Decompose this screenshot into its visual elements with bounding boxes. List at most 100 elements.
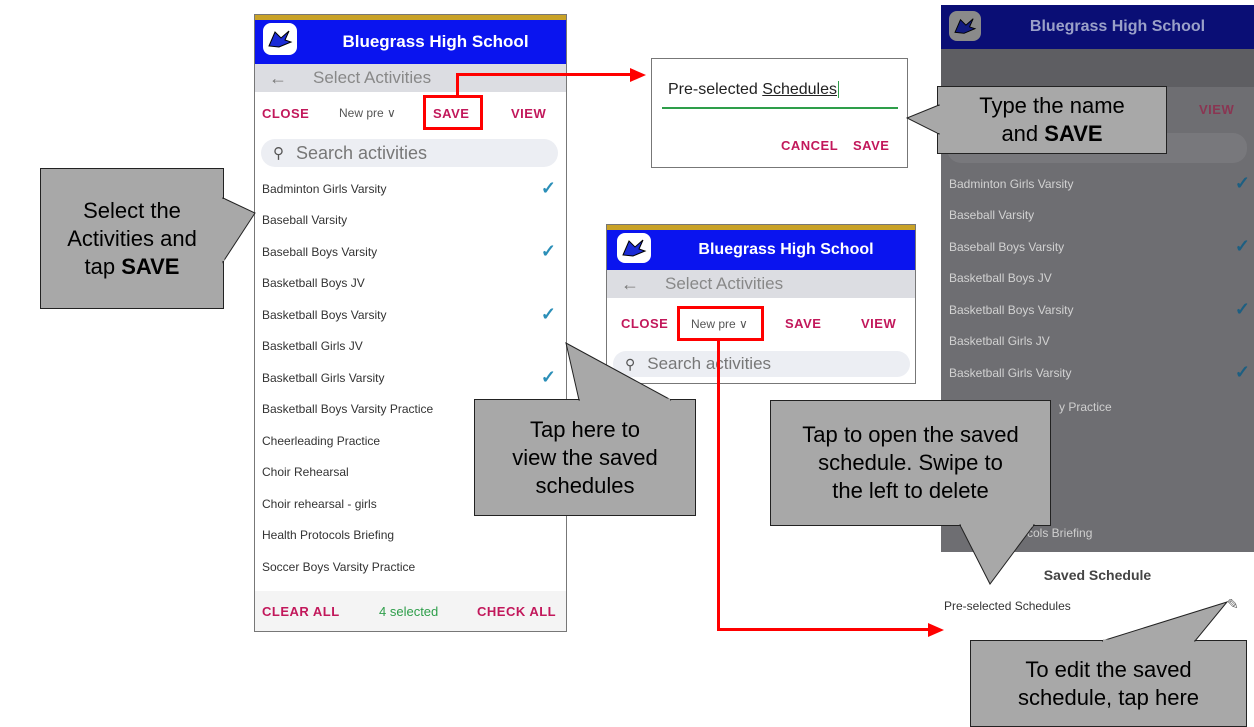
- activity-name: Choir Rehearsal: [262, 465, 349, 479]
- list-item[interactable]: Badminton Girls Varsity ✓: [255, 173, 566, 204]
- main-phone-screen: Bluegrass High School ← Select Activitie…: [254, 14, 567, 632]
- dim-activity-name: Badminton Girls Varsity: [949, 176, 1074, 191]
- callout-line: Select the: [83, 197, 181, 223]
- checkmark-icon: ✓: [540, 241, 556, 261]
- saved-schedule-item[interactable]: Pre-selected Schedules: [944, 599, 1071, 613]
- view-button-2[interactable]: VIEW: [861, 316, 896, 331]
- dialog-cancel-button[interactable]: CANCEL: [781, 138, 838, 153]
- callout-pointer: [959, 524, 1035, 585]
- dim-list-item: Baseball Varsity: [949, 200, 1254, 231]
- close-button[interactable]: CLOSE: [262, 106, 309, 121]
- dim-activity-name: Basketball Boys JV: [949, 271, 1052, 285]
- dim-activity-name: Basketball Girls JV: [949, 334, 1050, 348]
- callout-bold: SAVE: [1044, 121, 1103, 146]
- checkmark-icon: ✓: [540, 304, 556, 324]
- checkmark-icon: ✓: [1234, 236, 1250, 256]
- dim-activity-list: Badminton Girls Varsity ✓ Baseball Varsity…: [941, 168, 1254, 388]
- school-name: Bluegrass High School: [342, 32, 529, 51]
- arrow-head: [630, 68, 646, 82]
- activity-name: Basketball Boys JV: [262, 276, 365, 290]
- search-bar[interactable]: ⚲ Search activities: [261, 139, 558, 167]
- checkmark-icon: ✓: [1234, 362, 1250, 382]
- checkmark-icon: ✓: [540, 367, 556, 387]
- checkmark-icon: ✓: [540, 178, 556, 198]
- activity-name: Badminton Girls Varsity: [262, 181, 387, 196]
- dim-list-item: Basketball Boys Varsity ✓: [949, 294, 1254, 325]
- list-item[interactable]: Basketball Boys Varsity ✓: [255, 299, 566, 330]
- activity-name: Basketball Girls Varsity: [262, 370, 385, 385]
- clear-all-button[interactable]: CLEAR ALL: [262, 604, 340, 619]
- list-item[interactable]: Basketball Girls JV: [255, 331, 566, 362]
- eagle-logo-icon-3: [949, 11, 981, 41]
- app-header-2: Bluegrass High School: [607, 230, 915, 270]
- activity-name: Baseball Varsity: [262, 213, 348, 227]
- dim-partial-item: y Practice: [1059, 400, 1112, 414]
- text-cursor: [837, 81, 839, 98]
- list-item[interactable]: Soccer Boys Varsity Practice: [255, 551, 566, 582]
- callout-line: view the saved: [512, 444, 658, 470]
- callout-text-part: tap: [84, 253, 122, 279]
- input-underline: [662, 107, 898, 109]
- callout-line: schedules: [535, 472, 635, 498]
- name-input-prefix: Pre-selected: [668, 81, 763, 98]
- callout-line: Activities and: [67, 225, 197, 251]
- preset-dropdown-value: New pre: [339, 106, 384, 120]
- checkmark-icon: ✓: [1234, 299, 1250, 319]
- callout-line: Tap here to: [529, 416, 641, 442]
- list-item[interactable]: Basketball Girls Varsity ✓: [255, 362, 566, 393]
- search-input[interactable]: Search activities: [296, 143, 427, 164]
- view-button[interactable]: VIEW: [511, 106, 546, 121]
- callout-pointer: [222, 197, 256, 264]
- page-title-2: Select Activities: [665, 274, 784, 293]
- activity-name: Cheerleading Practice: [262, 433, 381, 448]
- name-dialog: Pre-selected Schedules CANCEL SAVE: [651, 58, 908, 168]
- dim-header: Bluegrass High School: [941, 5, 1254, 49]
- school-name-2: Bluegrass High School: [698, 241, 874, 258]
- dim-subbar: [941, 49, 1254, 87]
- dim-activity-name: Baseball Varsity: [949, 208, 1035, 222]
- list-footer: CLEAR ALL 4 selected CHECK ALL: [255, 591, 566, 631]
- toolbar: CLOSE New pre ∨ SAVE VIEW: [255, 92, 566, 136]
- save-highlight: [423, 95, 483, 130]
- callout-bold: SAVE: [121, 253, 180, 279]
- view-button-3[interactable]: VIEW: [1199, 102, 1234, 117]
- arrow-line: [717, 341, 720, 631]
- callout-pointer: [1101, 601, 1229, 642]
- name-input-word: Schedules: [762, 81, 837, 98]
- page-title-bar: ← Select Activities: [255, 64, 566, 92]
- activity-name: Soccer Boys Varsity Practice: [262, 559, 416, 574]
- callout-line: tap SAVE: [67, 253, 197, 281]
- list-item[interactable]: Health Protocols Briefing: [255, 520, 566, 551]
- callout-line: schedule. Swipe to: [818, 450, 1003, 475]
- list-item[interactable]: Baseball Boys Varsity ✓: [255, 236, 566, 267]
- callout-line: Type the name: [979, 93, 1125, 118]
- list-item[interactable]: Baseball Varsity: [255, 205, 566, 236]
- back-arrow-icon[interactable]: ←: [269, 68, 287, 89]
- callout-line: To edit the saved: [1025, 656, 1192, 682]
- activity-list: Badminton Girls Varsity ✓ Baseball Varsity…: [255, 173, 566, 593]
- list-item[interactable]: Basketball Boys JV: [255, 268, 566, 299]
- school-name-3: Bluegrass High School: [1029, 18, 1206, 35]
- callout-text: Select the Activities and tap SAVE: [67, 197, 197, 281]
- callout-line: Tap to open the saved: [802, 422, 1019, 447]
- activity-name: Baseball Boys Varsity: [262, 244, 378, 259]
- search-icon: ⚲: [273, 145, 284, 162]
- dim-list-item: Baseball Boys Varsity ✓: [949, 231, 1254, 262]
- close-button-2[interactable]: CLOSE: [621, 316, 668, 331]
- dialog-save-button[interactable]: SAVE: [853, 138, 889, 153]
- save-button-2[interactable]: SAVE: [785, 316, 821, 331]
- callout-text: To edit the saved schedule, tap here: [1018, 656, 1199, 712]
- back-arrow-icon-2[interactable]: ←: [621, 274, 639, 295]
- arrow-line: [717, 628, 932, 631]
- dim-activity-name: Basketball Boys Varsity: [949, 302, 1074, 317]
- dim-list-item: Badminton Girls Varsity ✓: [949, 168, 1254, 199]
- dim-activity-name: Basketball Girls Varsity: [949, 365, 1072, 380]
- eagle-logo-icon-2: [617, 233, 651, 263]
- preset-dropdown[interactable]: New pre ∨: [339, 106, 396, 120]
- name-input[interactable]: Pre-selected Schedules: [668, 81, 898, 99]
- callout-text: Tap here to view the saved schedules: [512, 416, 658, 500]
- callout-select-activities: Select the Activities and tap SAVE: [40, 168, 224, 309]
- selected-count: 4 selected: [379, 603, 439, 619]
- check-all-button[interactable]: CHECK ALL: [477, 604, 556, 619]
- checkmark-icon: ✓: [1234, 173, 1250, 193]
